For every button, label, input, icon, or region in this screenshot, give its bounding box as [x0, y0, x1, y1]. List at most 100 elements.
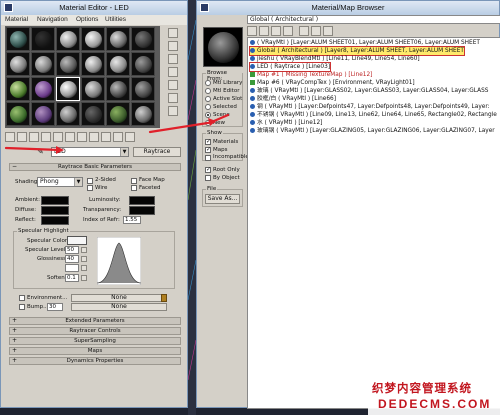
- environment-checkbox[interactable]: [19, 295, 25, 301]
- reset-map-button[interactable]: [41, 132, 51, 142]
- list-item-selected[interactable]: Global ( Architectural ) [Layer8, Layer:…: [249, 46, 465, 56]
- soften-spinner[interactable]: 0.1: [65, 274, 79, 282]
- list-item[interactable]: 钢 ( VRayMtl ) [Layer:Defpoints47, Layer:…: [250, 103, 490, 111]
- view-list-icons-icon[interactable]: [259, 26, 269, 36]
- show-materials-checkbox[interactable]: [205, 138, 211, 145]
- environment-map-button[interactable]: None: [71, 294, 167, 302]
- rollout-extended-params[interactable]: + Extended Parameters: [9, 317, 181, 325]
- browse-selected-radio[interactable]: [205, 104, 211, 110]
- video-color-check-button[interactable]: [168, 80, 178, 90]
- pick-material-icon[interactable]: ✎: [37, 147, 47, 157]
- view-list-icon[interactable]: [247, 26, 257, 36]
- background-button[interactable]: [168, 54, 178, 64]
- go-to-parent-button[interactable]: [113, 132, 123, 142]
- sample-slot[interactable]: [31, 27, 55, 51]
- sample-slot[interactable]: [131, 77, 155, 101]
- view-large-icons-icon[interactable]: [283, 26, 293, 36]
- rollout-raytracer-controls[interactable]: + Raytracer Controls: [9, 327, 181, 335]
- map-button[interactable]: [81, 265, 87, 271]
- list-item[interactable]: Map #1 ( Missing TextureMap ) [Line12]: [250, 71, 372, 79]
- lock-icon[interactable]: [161, 294, 167, 302]
- sample-slot[interactable]: [106, 102, 130, 126]
- options-button[interactable]: [168, 106, 178, 116]
- sample-slot[interactable]: [31, 102, 55, 126]
- list-item[interactable]: ( VRayMtl ) [Layer:ALUM SHEET01, Layer:A…: [250, 39, 480, 47]
- show-maps-checkbox[interactable]: [205, 146, 211, 153]
- browse-scene-radio[interactable]: [205, 112, 211, 118]
- get-material-button[interactable]: [5, 132, 15, 142]
- list-item[interactable]: 胶框/白 ( VRayMtl ) [Line66]: [250, 95, 336, 103]
- delete-icon[interactable]: [311, 26, 321, 36]
- chevron-down-icon[interactable]: ▼: [74, 178, 82, 186]
- menu-navigation[interactable]: Navigation: [37, 16, 68, 23]
- rollout-maps[interactable]: + Maps: [9, 347, 181, 355]
- sample-slot[interactable]: [81, 52, 105, 76]
- material-editor-titlebar[interactable]: Material Editor - LED: [1, 1, 187, 15]
- bump-checkbox[interactable]: [19, 304, 25, 310]
- show-incompatible-checkbox[interactable]: [205, 155, 211, 161]
- view-small-icons-icon[interactable]: [271, 26, 281, 36]
- by-object-checkbox[interactable]: [205, 175, 211, 181]
- sample-slot[interactable]: [56, 102, 80, 126]
- sample-slot[interactable]: [106, 52, 130, 76]
- backlight-button[interactable]: [168, 41, 178, 51]
- menu-material[interactable]: Material: [5, 16, 28, 23]
- material-type-button[interactable]: Raytrace: [133, 147, 181, 157]
- sample-slot[interactable]: [6, 102, 30, 126]
- map-button[interactable]: [81, 275, 87, 281]
- sample-slot[interactable]: [81, 27, 105, 51]
- rollout-basic-params[interactable]: − Raytrace Basic Parameters: [9, 163, 181, 171]
- sample-slot-active[interactable]: [56, 77, 80, 101]
- two-sided-checkbox[interactable]: [87, 178, 93, 184]
- rollout-dynamics[interactable]: + Dynamics Properties: [9, 357, 181, 365]
- sample-slot[interactable]: [131, 27, 155, 51]
- sample-slot[interactable]: [6, 52, 30, 76]
- shading-select[interactable]: Phong ▼: [37, 177, 83, 187]
- sample-slot[interactable]: [6, 27, 30, 51]
- sample-slot[interactable]: [31, 52, 55, 76]
- clear-library-icon[interactable]: [323, 26, 333, 36]
- specular-color-swatch[interactable]: [67, 236, 87, 245]
- sample-slot[interactable]: [56, 52, 80, 76]
- sample-slot[interactable]: [56, 27, 80, 51]
- reflect-color-swatch[interactable]: [41, 216, 69, 225]
- browse-mtl-library-radio[interactable]: [205, 80, 211, 86]
- list-item[interactable]: 玻璃 ( VRayMtl ) [Layer:GLASS02, Layer:GLA…: [250, 87, 488, 95]
- make-preview-button[interactable]: [168, 93, 178, 103]
- sample-uv-tiling-button[interactable]: [168, 67, 178, 77]
- ambient-color-swatch[interactable]: [41, 196, 69, 205]
- face-map-checkbox[interactable]: [131, 178, 137, 184]
- sample-slot[interactable]: [31, 77, 55, 101]
- wire-checkbox[interactable]: [87, 185, 93, 191]
- sample-slot[interactable]: [81, 102, 105, 126]
- map-button[interactable]: [81, 256, 87, 262]
- sample-type-button[interactable]: [168, 28, 178, 38]
- ior-spinner[interactable]: 1.55: [123, 216, 141, 224]
- save-as-button[interactable]: Save As...: [205, 194, 240, 204]
- map-button[interactable]: [81, 247, 87, 253]
- list-item[interactable]: 玻璃钢 ( VRayMtl ) [Layer:GLAZING05, Layer:…: [250, 127, 495, 135]
- material-effects-channel-button[interactable]: [77, 132, 87, 142]
- assign-material-button[interactable]: [29, 132, 39, 142]
- list-item[interactable]: 水 ( VRayMtl ) [Line12]: [250, 119, 322, 127]
- list-item-led[interactable]: LED ( Raytrace ) [Line03]: [248, 62, 332, 72]
- list-item[interactable]: jieshu ( VRayBlendMtl ) [Line11, Line49,…: [250, 55, 420, 63]
- sample-slot[interactable]: [131, 102, 155, 126]
- sample-slot[interactable]: [6, 77, 30, 101]
- browse-mtl-editor-radio[interactable]: [205, 88, 211, 94]
- sample-slot[interactable]: [106, 77, 130, 101]
- update-scene-icon[interactable]: [299, 26, 309, 36]
- root-only-checkbox[interactable]: [205, 166, 211, 173]
- material-name-field[interactable]: LED ▼: [51, 147, 129, 157]
- browser-titlebar[interactable]: Material/Map Browser: [197, 1, 499, 15]
- list-item[interactable]: Map #6 ( VRayCompTex ) [Environment, VRa…: [250, 79, 415, 87]
- chevron-down-icon[interactable]: ▼: [120, 148, 128, 156]
- sample-slot[interactable]: [81, 77, 105, 101]
- rollout-supersampling[interactable]: + SuperSampling: [9, 337, 181, 345]
- extra-spinner[interactable]: [65, 264, 79, 272]
- specular-level-spinner[interactable]: 50: [65, 246, 79, 254]
- transparency-color-swatch[interactable]: [129, 206, 155, 215]
- go-forward-button[interactable]: [125, 132, 135, 142]
- menu-utilities[interactable]: Utilities: [105, 16, 126, 23]
- sample-slot[interactable]: [131, 52, 155, 76]
